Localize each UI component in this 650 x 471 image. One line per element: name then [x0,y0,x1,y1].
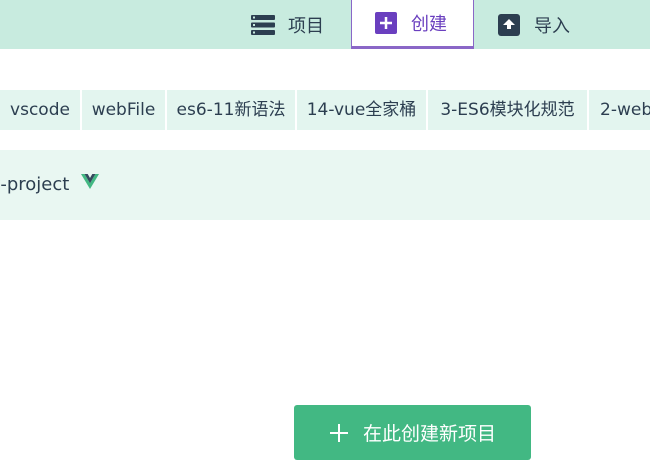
tab-projects[interactable]: 项目 [251,0,341,49]
current-folder-name: y-project [0,174,70,195]
breadcrumb-item-es6[interactable]: es6-11新语法 [167,90,295,130]
breadcrumb-item-vscode[interactable]: vscode [0,90,80,130]
unarchive-icon [497,13,521,37]
breadcrumb: vscode webFile es6-11新语法 14-vue全家桶 3-ES6… [0,90,650,130]
breadcrumb-item-vue[interactable]: 14-vue全家桶 [297,90,426,130]
list-icon [251,13,275,37]
breadcrumb-item-es6-module[interactable]: 3-ES6模块化规范 [428,90,587,130]
create-project-here-label: 在此创建新项目 [362,423,496,445]
plus-icon [329,423,349,443]
tab-import[interactable]: 导入 [497,0,597,49]
breadcrumb-item-webfile[interactable]: webFile [82,90,165,130]
create-project-here-button[interactable]: 在此创建新项目 [294,405,531,460]
tab-create[interactable]: 创建 [351,0,474,49]
breadcrumb-item-webp[interactable]: 2-webp [589,90,650,130]
add-box-icon [374,11,398,35]
tab-create-label: 创建 [411,14,447,35]
tab-projects-label: 项目 [288,15,324,37]
top-navigation-bar: 项目 创建 导入 [0,0,650,49]
current-folder-row[interactable]: y-project [0,150,650,220]
tab-import-label: 导入 [534,15,570,37]
vue-logo-icon [81,149,100,219]
